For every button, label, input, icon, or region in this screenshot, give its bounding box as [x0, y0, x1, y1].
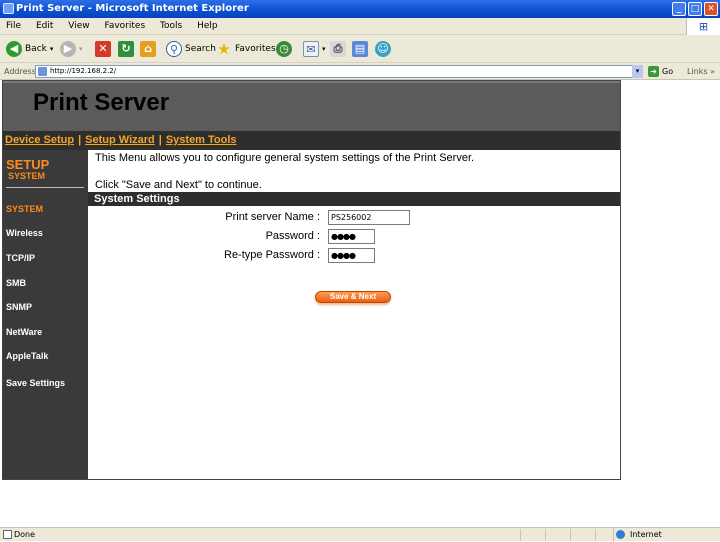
forward-arrow-icon: ▶ [60, 41, 76, 57]
chevron-down-icon: ▾ [322, 45, 326, 53]
chevron-down-icon: ▾ [49, 45, 54, 53]
nav-system-tools[interactable]: System Tools [164, 134, 239, 146]
mail-icon: ✉ [303, 41, 319, 57]
address-dropdown-icon[interactable]: ▾ [632, 65, 643, 78]
star-icon: ★ [217, 40, 231, 58]
favorites-button[interactable]: ★ Favorites [216, 39, 276, 59]
edit-button[interactable]: ▤ [352, 39, 368, 59]
history-icon: ◷ [276, 41, 292, 57]
history-button[interactable]: ◷ [276, 39, 292, 59]
retype-password-label: Re-type Password : [224, 249, 320, 261]
chevron-down-icon: ▾ [79, 45, 83, 53]
printer-icon: ⎙ [330, 41, 346, 57]
print-button[interactable]: ⎙ [330, 39, 346, 59]
stop-icon: ✕ [95, 41, 111, 57]
address-bar: Address http://192.168.2.2/ ▾ ➜ Go Links … [0, 63, 720, 80]
sidebar: SETUP SYSTEM SYSTEM Wireless TCP/IP SMB … [3, 150, 88, 479]
status-divider [545, 529, 546, 541]
menu-tools[interactable]: Tools [160, 21, 182, 31]
password-label: Password : [265, 230, 320, 242]
server-name-label: Print server Name : [225, 211, 320, 223]
menu-file[interactable]: File [6, 21, 21, 31]
status-bar: Done Internet [0, 527, 720, 542]
links-label: Links [687, 67, 708, 76]
status-divider [570, 529, 571, 541]
server-name-input[interactable]: PS256002 [328, 210, 410, 225]
main-content: This Menu allows you to configure genera… [88, 150, 620, 479]
menu-view[interactable]: View [68, 21, 89, 31]
menu-edit[interactable]: Edit [36, 21, 53, 31]
window-titlebar: Print Server - Microsoft Internet Explor… [0, 0, 720, 18]
sidebar-item-system[interactable]: SYSTEM [6, 204, 43, 214]
globe-icon [616, 530, 625, 539]
status-divider [520, 529, 521, 541]
mail-button[interactable]: ✉ ▾ [303, 39, 326, 59]
refresh-icon: ↻ [118, 41, 134, 57]
menu-favorites[interactable]: Favorites [104, 21, 145, 31]
nav-device-setup[interactable]: Device Setup [3, 134, 76, 146]
home-icon: ⌂ [140, 41, 156, 57]
messenger-icon: ☺ [375, 41, 391, 57]
instruction-text: Click "Save and Next" to continue. [95, 179, 262, 191]
messenger-button[interactable]: ☺ [375, 39, 391, 59]
links-toolbar[interactable]: Links » [687, 63, 715, 80]
stop-button[interactable]: ✕ [95, 39, 111, 59]
address-label: Address [4, 67, 36, 76]
page-title: Print Server [33, 89, 170, 116]
sidebar-item-tcpip[interactable]: TCP/IP [6, 253, 35, 263]
minimize-button[interactable]: _ [672, 2, 686, 16]
go-label: Go [662, 67, 674, 76]
search-button[interactable]: ⚲ Search [166, 39, 216, 59]
windows-logo-icon: ⊞ [686, 18, 720, 35]
password-input[interactable]: ●●●● [328, 229, 375, 244]
refresh-button[interactable]: ↻ [118, 39, 134, 59]
retype-password-input[interactable]: ●●●● [328, 248, 375, 263]
page-header: Print Server [3, 81, 620, 131]
back-label: Back [25, 44, 47, 54]
address-url: http://192.168.2.2/ [50, 67, 117, 75]
menu-help[interactable]: Help [197, 21, 218, 31]
search-icon: ⚲ [166, 41, 182, 57]
home-button[interactable]: ⌂ [140, 39, 156, 59]
security-zone: Internet [613, 528, 720, 542]
page-icon [38, 67, 47, 76]
address-input[interactable]: http://192.168.2.2/ [35, 65, 643, 78]
web-page: Print Server Device Setup | Setup Wizard | S… [2, 80, 621, 480]
sidebar-item-smb[interactable]: SMB [6, 278, 26, 288]
back-arrow-icon: ◀ [6, 41, 22, 57]
search-label: Search [185, 44, 216, 54]
favorites-label: Favorites [235, 44, 276, 54]
window-title: Print Server - Microsoft Internet Explor… [16, 3, 249, 14]
maximize-button[interactable]: □ [688, 2, 702, 16]
forward-button[interactable]: ▶ ▾ [60, 39, 83, 59]
section-title: System Settings [88, 192, 620, 206]
nav-separator: | [158, 134, 162, 146]
sidebar-item-netware[interactable]: NetWare [6, 327, 42, 337]
toolbar: ◀ Back ▾ ▶ ▾ ✕ ↻ ⌂ ⚲ Search ★ Favorites … [0, 35, 720, 63]
sidebar-item-appletalk[interactable]: AppleTalk [6, 351, 48, 361]
sidebar-item-wireless[interactable]: Wireless [6, 228, 43, 238]
go-arrow-icon: ➜ [648, 66, 659, 77]
save-next-button[interactable]: Save & Next [315, 291, 391, 303]
sidebar-item-save-settings[interactable]: Save Settings [6, 378, 65, 388]
sidebar-heading: SETUP [6, 157, 50, 172]
status-text: Done [14, 530, 36, 539]
back-button[interactable]: ◀ Back ▾ [6, 39, 53, 59]
intro-text: This Menu allows you to configure genera… [95, 152, 475, 164]
top-nav: Device Setup | Setup Wizard | System Tools [3, 131, 620, 150]
go-button[interactable]: ➜ Go [648, 65, 673, 78]
ie-icon [3, 3, 14, 14]
sidebar-subheading: SYSTEM [8, 171, 46, 181]
sidebar-divider [6, 187, 84, 188]
page-status-icon [3, 530, 12, 539]
sidebar-item-snmp[interactable]: SNMP [6, 302, 32, 312]
close-button[interactable]: ✕ [704, 2, 718, 16]
edit-page-icon: ▤ [352, 41, 368, 57]
menu-bar: File Edit View Favorites Tools Help [0, 18, 720, 35]
nav-setup-wizard[interactable]: Setup Wizard [83, 134, 157, 146]
status-divider [595, 529, 596, 541]
